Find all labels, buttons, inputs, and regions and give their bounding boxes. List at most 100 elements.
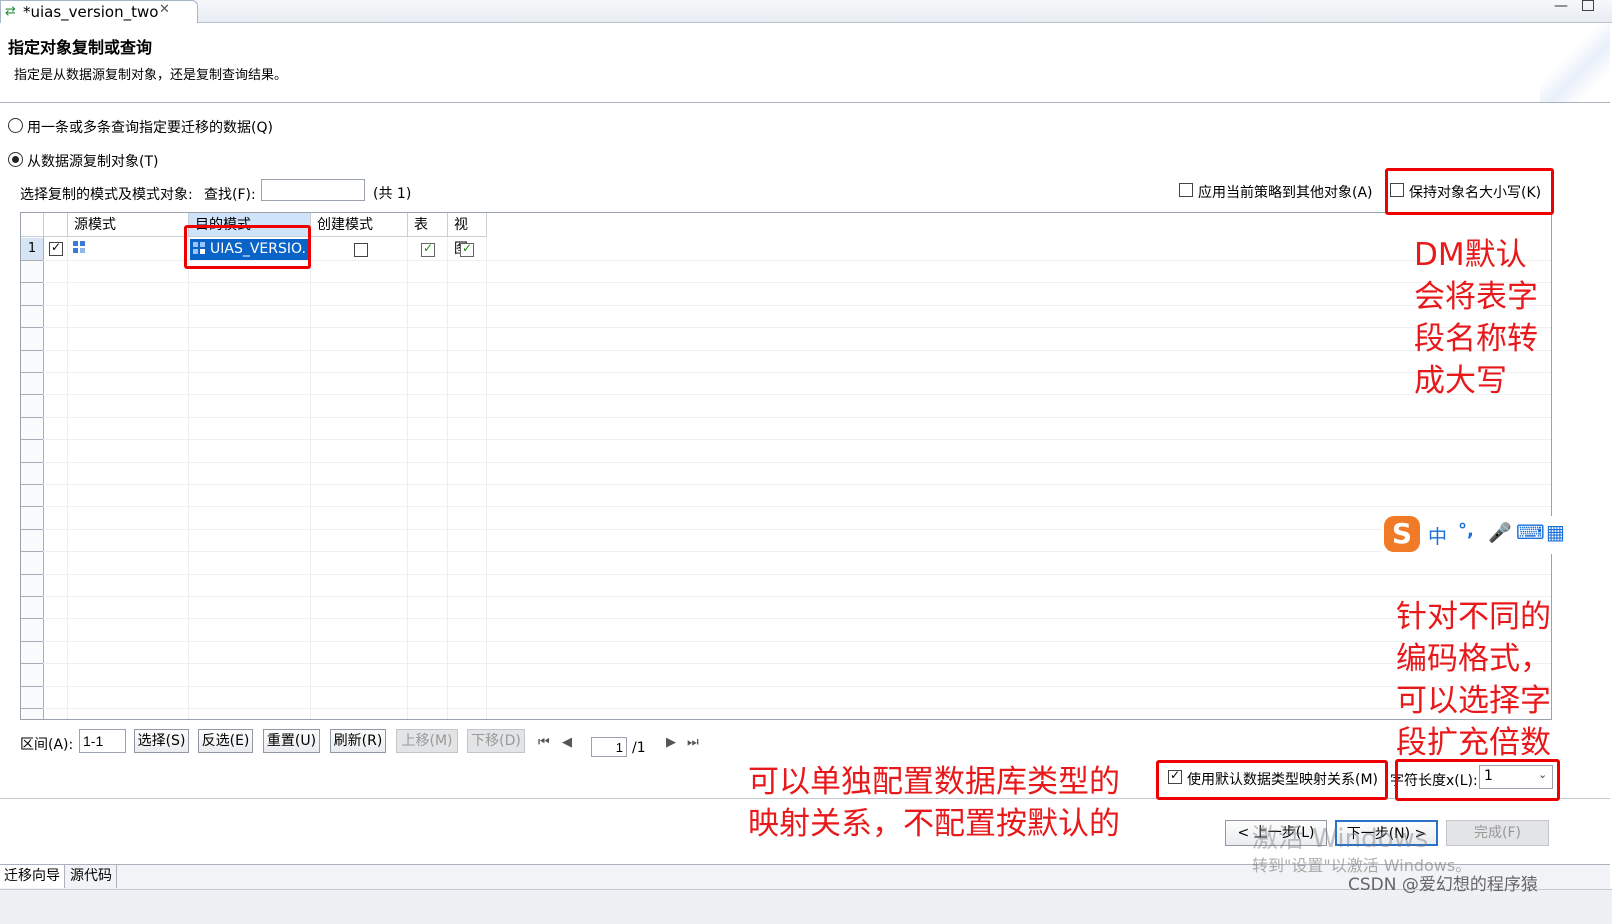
prev-page-icon[interactable]: ◀ [562,735,572,750]
create-schema-checkbox[interactable] [354,243,368,257]
row-index: 1 [21,238,43,260]
editor-tab-title: *uias_version_two [23,3,159,21]
apply-strategy-label: 应用当前策略到其他对象(A) [1198,185,1373,201]
annotation-encoding-line: 段扩充倍数 [1396,725,1551,761]
table-row-separator [21,327,1551,329]
activate-windows-title: 激活 Windows [1252,824,1429,854]
row-header-separator [21,506,43,508]
row-header-column [21,213,44,719]
range-label: 区间(A): [20,737,74,753]
row-header-separator [21,461,43,463]
page-description: 指定是从数据源复制对象，还是复制查询结果。 [14,68,288,83]
table-row-separator [21,439,1551,441]
object-count: (共 1) [373,186,412,202]
first-page-icon[interactable]: ⏮ [538,735,550,750]
table-row-separator [21,394,1551,396]
row-header-separator [21,528,43,530]
query-radio[interactable] [8,118,23,133]
copy-radio[interactable] [8,152,23,167]
row-header-separator [21,282,43,284]
view-checkbox[interactable] [460,241,474,257]
move-up-button[interactable]: 上移(M) [396,729,458,753]
row-header-separator [21,349,43,351]
ime-toolbar[interactable]: S 中 °, 🎤 ⌨ ▦ [1382,516,1610,554]
column-header-source[interactable]: 源模式 [68,213,189,237]
row-header-separator [21,708,43,709]
row-header-separator [21,484,43,485]
tab-migration-wizard[interactable]: 迁移向导 [0,865,65,888]
table-row-separator [21,282,1551,284]
invert-button[interactable]: 反选(E) [198,729,253,753]
table-row-separator [21,640,1551,642]
annotation-encoding-line: 编码格式， [1396,641,1551,677]
table-checkbox[interactable] [421,241,435,257]
column-header-table[interactable]: 表 [408,213,448,237]
annotation-mapping: 可以单独配置数据库类型的 映射关系，不配置按默认的 [748,761,1120,845]
annotation-encoding-line: 可以选择字 [1396,683,1551,719]
column-header-create-schema[interactable]: 创建模式 [311,213,408,237]
editor-tab[interactable]: ⇄ *uias_version_two ✕ [0,0,198,23]
row-header-separator [21,416,43,418]
apply-strategy-checkbox[interactable] [1179,183,1193,197]
row-header-separator [21,663,43,665]
move-down-button[interactable]: 下移(D) [467,729,525,753]
refresh-button[interactable]: 刷新(R) [330,729,386,753]
tab-source-code[interactable]: 源代码 [66,865,117,888]
page-title: 指定对象复制或查询 [8,38,153,57]
row-header-separator [21,260,43,261]
row-header-separator [21,596,43,597]
highlight-keep-case [1385,168,1554,215]
schema-table[interactable]: 源模式 目的模式 创建模式 表 视图. 1 UIAS_VERSIO. [20,212,1552,720]
range-input[interactable] [79,729,126,753]
row-header-separator [21,372,43,373]
corner-header [21,213,44,237]
table-row-separator [21,708,1551,709]
reset-button[interactable]: 重置(U) [263,729,320,753]
migration-icon: ⇄ [5,4,16,19]
row-checkbox[interactable] [49,240,63,256]
highlight-target-schema [184,225,311,269]
page-total: /1 [632,740,646,756]
select-schema-label: 选择复制的模式及模式对象: [20,187,193,203]
table-row-separator [21,484,1551,485]
maximize-icon[interactable] [1582,0,1594,11]
table-row-separator [21,551,1551,553]
row-header-separator [21,618,43,620]
last-page-icon[interactable]: ⏭ [687,735,699,750]
highlight-char-length [1395,759,1560,801]
table-row-separator [21,461,1551,463]
row-header-separator [21,685,43,687]
annotation-uppercase: DM默认 会将表字 段名称转 成大写 [1414,234,1538,402]
table-row-separator [21,506,1551,508]
ime-punctuation-icon[interactable]: °, [1458,520,1474,541]
ime-language-icon[interactable]: 中 [1428,522,1447,549]
query-option-label: 用一条或多条查询指定要迁移的数据(Q) [27,120,273,136]
check-header [44,213,68,237]
sogou-logo-icon: S [1384,516,1420,552]
table-row-separator [21,618,1551,620]
minimize-icon[interactable]: — [1554,0,1568,14]
annotation-uppercase-line: 会将表字 [1414,279,1538,315]
ime-grid-icon[interactable]: ▦ [1546,520,1565,544]
annotation-uppercase-line: 段名称转 [1414,321,1538,357]
row-header-separator [21,327,43,329]
annotation-encoding-line: 针对不同的 [1396,599,1551,635]
annotation-uppercase-line: DM默认 [1414,237,1527,273]
next-page-icon[interactable]: ▶ [666,735,676,750]
annotation-uppercase-line: 成大写 [1414,363,1507,399]
copy-option-label: 从数据源复制对象(T) [27,154,159,170]
table-row-separator [21,304,1551,306]
find-input[interactable] [261,179,365,201]
ime-keyboard-icon[interactable]: ⌨ [1516,520,1545,544]
row-header-separator [21,439,43,441]
page-input[interactable] [591,737,627,757]
row-header-separator [21,304,43,306]
finish-button[interactable]: 完成(F) [1446,820,1549,846]
schema-icon [73,241,87,255]
table-row-separator [21,416,1551,418]
table-row-separator [21,596,1551,597]
tab-close-icon[interactable]: ✕ [159,2,170,17]
ime-microphone-icon[interactable]: 🎤 [1488,521,1512,544]
select-button[interactable]: 选择(S) [134,729,189,753]
column-header-view[interactable]: 视图. [448,213,487,257]
